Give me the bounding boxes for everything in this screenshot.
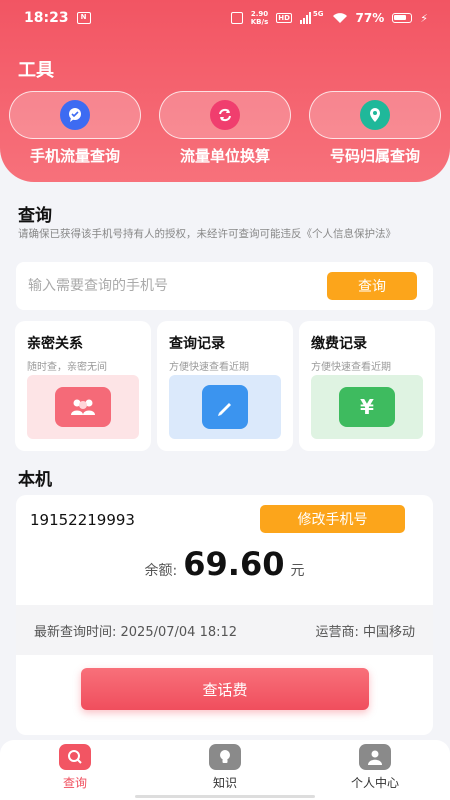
modify-phone-button[interactable]: 修改手机号 xyxy=(260,505,405,533)
phone-search-input[interactable] xyxy=(28,278,308,294)
bottom-tab-bar: 查询 知识 个人中心 xyxy=(0,740,450,800)
carrier: 运营商: 中国移动 xyxy=(315,624,415,640)
wifi-icon xyxy=(332,13,347,23)
feature-art: ¥ xyxy=(311,375,423,439)
search-icon xyxy=(59,744,91,770)
notepad-icon xyxy=(202,385,248,429)
check-bill-button[interactable]: 查话费 xyxy=(81,668,369,710)
battery-percent: 77% xyxy=(355,11,385,25)
info-row: 最新查询时间: 2025/07/04 18:12 运营商: 中国移动 xyxy=(16,605,433,655)
chat-bubble-icon xyxy=(60,100,90,130)
device-card: 19152219993 修改手机号 余额: 69.60 元 最新查询时间: 20… xyxy=(16,495,433,735)
tool-number-location-button[interactable] xyxy=(309,91,441,139)
lightbulb-icon xyxy=(209,744,241,770)
device-section-title: 本机 xyxy=(18,470,52,490)
balance-unit: 元 xyxy=(290,563,305,579)
tab-label: 个人中心 xyxy=(350,776,399,790)
status-time: 18:23 xyxy=(24,10,69,26)
tab-knowledge[interactable]: 知识 xyxy=(150,740,300,800)
balance-label: 余额: xyxy=(144,563,178,579)
tool-number-location-label: 号码归属查询 xyxy=(329,147,420,165)
location-pin-icon xyxy=(360,100,390,130)
tab-profile[interactable]: 个人中心 xyxy=(300,740,450,800)
feature-title: 亲密关系 xyxy=(27,336,83,352)
refresh-icon xyxy=(210,100,240,130)
tab-label: 知识 xyxy=(212,776,237,790)
balance-row: 余额: 69.60 元 xyxy=(16,545,433,583)
feature-art xyxy=(27,375,139,439)
feature-card-payment-history[interactable]: 缴费记录 方便快速查看近期 ¥ xyxy=(299,321,435,451)
phone-number: 19152219993 xyxy=(30,511,135,529)
feature-subtitle: 随时查，亲密无间 xyxy=(27,362,107,373)
last-query-time: 最新查询时间: 2025/07/04 18:12 xyxy=(34,624,238,640)
balance-value: 69.60 xyxy=(183,545,285,583)
user-icon xyxy=(359,744,391,770)
battery-icon xyxy=(392,13,413,23)
tab-label: 查询 xyxy=(62,776,87,790)
notification-icon: N xyxy=(76,12,91,24)
tool-traffic-query-label: 手机流量查询 xyxy=(29,147,120,165)
feature-title: 查询记录 xyxy=(169,336,225,352)
network-type: 5G xyxy=(312,10,324,18)
home-indicator xyxy=(135,795,315,798)
hd-icon: HD xyxy=(276,13,292,23)
tool-traffic-query-button[interactable] xyxy=(9,91,141,139)
search-card: 查询 xyxy=(16,262,433,310)
feature-card-query-history[interactable]: 查询记录 方便快速查看近期 xyxy=(157,321,293,451)
feature-title: 缴费记录 xyxy=(311,336,367,352)
tab-query[interactable]: 查询 xyxy=(0,740,150,800)
yuan-icon: ¥ xyxy=(339,387,395,427)
feature-subtitle: 方便快速查看近期 xyxy=(169,362,249,373)
tool-unit-convert-button[interactable] xyxy=(159,91,291,139)
signal-icon xyxy=(299,12,311,24)
feature-subtitle: 方便快速查看近期 xyxy=(311,362,391,373)
tools-title: 工具 xyxy=(18,60,54,81)
feature-card-intimate[interactable]: 亲密关系 随时查，亲密无间 xyxy=(15,321,151,451)
charging-icon: ⚡ xyxy=(420,11,428,25)
vibrate-icon xyxy=(230,12,243,24)
tool-unit-convert-label: 流量单位换算 xyxy=(179,147,270,165)
privacy-notice: 请确保已获得该手机号持有人的授权，未经许可查询可能违反《个人信息保护法》 xyxy=(18,228,396,240)
feature-art xyxy=(169,375,281,439)
query-button[interactable]: 查询 xyxy=(327,272,417,300)
network-speed: 2.90 KB/s xyxy=(250,10,269,26)
people-icon xyxy=(55,387,111,427)
query-section-title: 查询 xyxy=(18,206,52,226)
status-bar: 18:23 N 2.90 KB/s HD 5G 77% ⚡ xyxy=(0,0,450,36)
